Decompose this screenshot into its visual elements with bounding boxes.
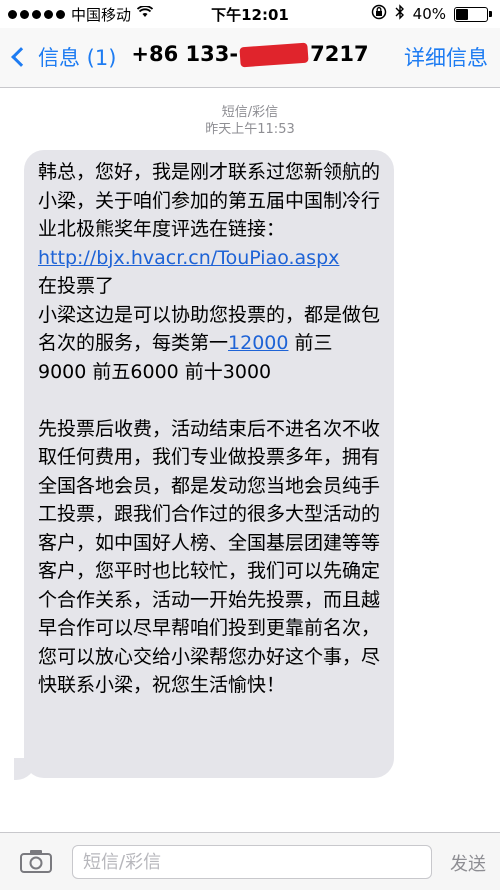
battery-percent: 40% <box>412 5 446 23</box>
send-button[interactable]: 发送 <box>450 850 486 876</box>
status-bar: 中国移动 下午12:01 40% <box>0 0 500 28</box>
message-timestamp: 昨天上午11:53 <box>205 122 295 137</box>
redaction-mark <box>239 42 309 68</box>
input-bar: 发送 <box>0 832 500 890</box>
contact-prefix: +86 133- <box>131 42 239 66</box>
message-text-part-1: 韩总，您好，我是刚才联系过您新领航的小梁，关于咱们参加的第五届中国制冷行业北极熊… <box>38 161 381 240</box>
details-button[interactable]: 详细信息 <box>404 42 488 72</box>
message-input[interactable] <box>72 845 432 879</box>
rotation-lock-icon <box>371 4 387 24</box>
bluetooth-icon <box>395 4 405 24</box>
battery-icon <box>454 6 492 22</box>
voting-link[interactable]: http://bjx.hvacr.cn/TouPiao.aspx <box>38 247 339 269</box>
thread-meta: 短信/彩信 昨天上午11:53 <box>0 104 500 138</box>
message-type-label: 短信/彩信 <box>221 105 279 120</box>
camera-icon[interactable] <box>20 849 52 873</box>
navigation-bar: 信息 (1) +86 133- 7217 详细信息 <box>0 28 500 88</box>
message-text-part-3: 前三9000 前五6000 前十3000 先投票后收费，活动结束后不进名次不收取… <box>38 332 381 696</box>
number-link[interactable]: 12000 <box>228 332 288 354</box>
message-bubble[interactable]: 韩总，您好，我是刚才联系过您新领航的小梁，关于咱们参加的第五届中国制冷行业北极熊… <box>24 150 394 778</box>
contact-suffix: 7217 <box>310 42 369 66</box>
